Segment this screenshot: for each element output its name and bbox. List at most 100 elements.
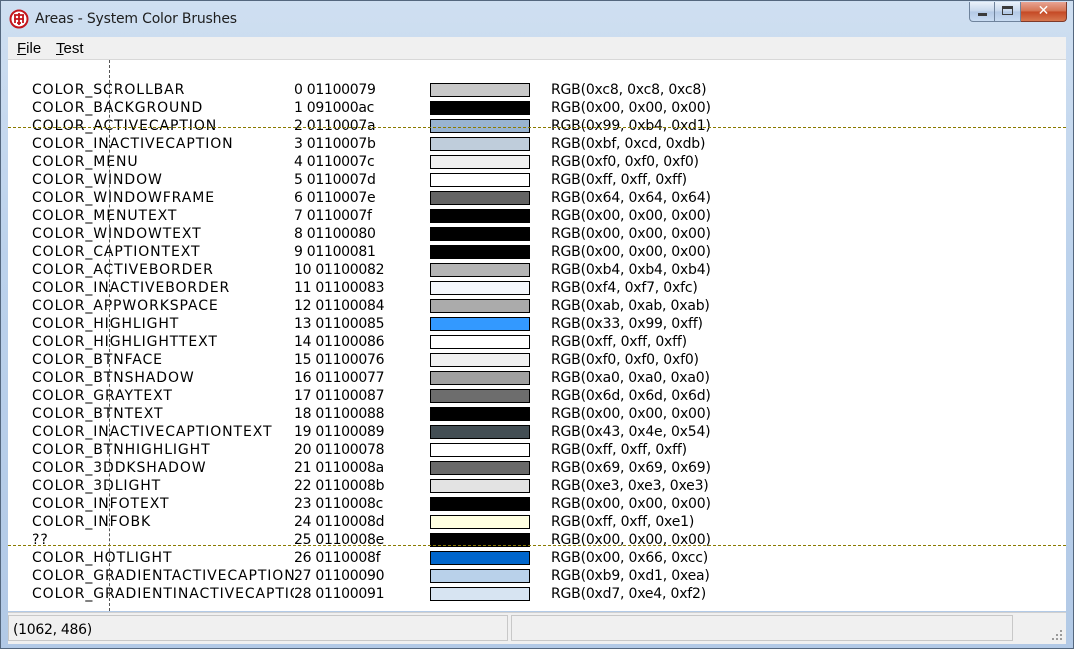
color-row: ?? 25 0110008e RGB(0x00, 0x00, 0x00) [8, 531, 1066, 549]
color-swatch [430, 263, 530, 277]
color-row: COLOR_HIGHLIGHTTEXT 14 01100086 RGB(0xff, … [8, 333, 1066, 351]
maximize-button[interactable] [995, 2, 1021, 22]
color-rgb: RGB(0xb9, 0xd1, 0xea) [551, 568, 710, 584]
color-swatch [430, 191, 530, 205]
color-swatch [430, 137, 530, 151]
color-name: COLOR_GRADIENTINACTIVECAPTION [32, 586, 294, 602]
vertical-guide-line [109, 60, 110, 611]
color-swatch [430, 461, 530, 475]
color-swatch [430, 155, 530, 169]
color-swatch [430, 353, 530, 367]
color-swatch [430, 101, 530, 115]
status-pane-2 [511, 615, 1013, 641]
color-rgb: RGB(0x64, 0x64, 0x64) [551, 190, 711, 206]
color-row: COLOR_BTNTEXT 18 01100088 RGB(0x00, 0x00, … [8, 405, 1066, 423]
color-name: COLOR_BTNFACE [32, 352, 163, 368]
color-index: 2 0110007a [294, 118, 376, 134]
color-name: COLOR_WINDOW [32, 172, 163, 188]
app-window: Areas - System Color Brushes ✕ File Test… [0, 0, 1074, 649]
color-swatch [430, 245, 530, 259]
color-index: 10 01100082 [294, 262, 385, 278]
color-name: COLOR_HOTLIGHT [32, 550, 173, 566]
client-area[interactable]: COLOR_GRADIENTINACTIVECAPTION 28 01100091… [8, 60, 1066, 611]
color-index: 3 0110007b [294, 136, 376, 152]
color-name: COLOR_INFOBK [32, 514, 152, 530]
minimize-button[interactable] [969, 2, 995, 22]
close-icon: ✕ [1037, 3, 1050, 19]
color-swatch [430, 83, 530, 97]
horizontal-guide-line [8, 127, 1066, 128]
color-rgb: RGB(0x43, 0x4e, 0x54) [551, 424, 711, 440]
color-swatch [430, 119, 530, 133]
color-rgb: RGB(0x33, 0x99, 0xff) [551, 316, 703, 332]
color-index: 26 0110008f [294, 550, 381, 566]
title-bar[interactable]: Areas - System Color Brushes ✕ [1, 1, 1073, 37]
color-rgb: RGB(0xd7, 0xe4, 0xf2) [551, 586, 707, 602]
color-index: 6 0110007e [294, 190, 376, 206]
color-row: COLOR_BTNSHADOW 16 01100077 RGB(0xa0, 0xa0… [8, 369, 1066, 387]
menu-test[interactable]: Test [56, 40, 84, 57]
color-name: COLOR_BACKGROUND [32, 100, 204, 116]
color-index: 22 0110008b [294, 478, 385, 494]
color-index: 21 0110008a [294, 460, 384, 476]
color-row: COLOR_INACTIVEBORDER 11 01100083 RGB(0xf4,… [8, 279, 1066, 297]
color-index: 8 01100080 [294, 226, 376, 242]
color-row: COLOR_CAPTIONTEXT 9 01100081 RGB(0x00, 0x0… [8, 243, 1066, 261]
color-rgb: RGB(0x6d, 0x6d, 0x6d) [551, 388, 711, 404]
color-row: COLOR_BTNHIGHLIGHT 20 01100078 RGB(0xff, 0… [8, 441, 1066, 459]
color-index: 0 01100079 [294, 82, 376, 98]
color-swatch [430, 371, 530, 385]
app-icon[interactable] [9, 9, 29, 29]
color-row: COLOR_3DLIGHT 22 0110008b RGB(0xe3, 0xe3, … [8, 477, 1066, 495]
color-index: 9 01100081 [294, 244, 376, 260]
color-name: COLOR_WINDOWFRAME [32, 190, 215, 206]
color-swatch [430, 209, 530, 223]
color-name: COLOR_3DDKSHADOW [32, 460, 207, 476]
color-rgb: RGB(0xc8, 0xc8, 0xc8) [551, 82, 707, 98]
color-row: COLOR_HOTLIGHT 26 0110008f RGB(0x00, 0x66,… [8, 549, 1066, 567]
color-row: COLOR_GRADIENTACTIVECAPTION 27 01100090 RG… [8, 567, 1066, 585]
color-name: COLOR_ACTIVECAPTION [32, 118, 218, 134]
color-name: COLOR_CAPTIONTEXT [32, 244, 201, 260]
color-swatch [430, 551, 530, 565]
color-rgb: RGB(0x00, 0x00, 0x00) [551, 208, 711, 224]
color-rgb: RGB(0xf0, 0xf0, 0xf0) [551, 154, 699, 170]
color-name: COLOR_WINDOWTEXT [32, 226, 202, 242]
color-index: 17 01100087 [294, 388, 385, 404]
color-name: COLOR_ACTIVEBORDER [32, 262, 214, 278]
color-row: COLOR_WINDOWTEXT 8 01100080 RGB(0x00, 0x00… [8, 225, 1066, 243]
color-swatch [430, 587, 530, 601]
color-index: 19 01100089 [294, 424, 385, 440]
color-index: 15 01100076 [294, 352, 385, 368]
size-grip-icon[interactable] [1048, 626, 1064, 642]
color-row: COLOR_MENUTEXT 7 0110007f RGB(0x00, 0x00, … [8, 207, 1066, 225]
close-button[interactable]: ✕ [1021, 2, 1067, 22]
color-name: COLOR_INACTIVECAPTIONTEXT [32, 424, 273, 440]
color-rgb: RGB(0xe3, 0xe3, 0xe3) [551, 478, 709, 494]
color-rgb: RGB(0xf0, 0xf0, 0xf0) [551, 352, 699, 368]
window-title: Areas - System Color Brushes [35, 11, 237, 27]
status-pane-coords: (1062, 486) [8, 615, 508, 641]
color-row: COLOR_MENU 4 0110007c RGB(0xf0, 0xf0, 0xf0… [8, 153, 1066, 171]
color-row: COLOR_INACTIVECAPTIONTEXT 19 01100089 RGB(… [8, 423, 1066, 441]
color-row: COLOR_ACTIVEBORDER 10 01100082 RGB(0xb4, 0… [8, 261, 1066, 279]
color-swatch [430, 497, 530, 511]
color-swatch [430, 515, 530, 529]
color-rgb: RGB(0x00, 0x00, 0x00) [551, 244, 711, 260]
color-row: COLOR_INFOTEXT 23 0110008c RGB(0x00, 0x00,… [8, 495, 1066, 513]
color-name: COLOR_HIGHLIGHT [32, 316, 180, 332]
color-row: COLOR_GRADIENTINACTIVECAPTION 28 01100091… [8, 585, 1066, 603]
color-index: 23 0110008c [294, 496, 384, 512]
color-row: COLOR_BACKGROUND 1 091000ac RGB(0x00, 0x00… [8, 99, 1066, 117]
color-rgb: RGB(0xbf, 0xcd, 0xdb) [551, 136, 706, 152]
menu-file[interactable]: File [17, 40, 41, 57]
color-swatch [430, 173, 530, 187]
color-row: COLOR_APPWORKSPACE 12 01100084 RGB(0xab, 0… [8, 297, 1066, 315]
color-row: COLOR_ACTIVECAPTION 2 0110007a RGB(0x99, 0… [8, 117, 1066, 135]
color-swatch [430, 335, 530, 349]
color-swatch [430, 227, 530, 241]
color-rgb: RGB(0xa0, 0xa0, 0xa0) [551, 370, 710, 386]
status-bar: (1062, 486) [8, 612, 1066, 644]
color-name: COLOR_SCROLLBAR [32, 82, 186, 98]
color-index: 13 01100085 [294, 316, 385, 332]
